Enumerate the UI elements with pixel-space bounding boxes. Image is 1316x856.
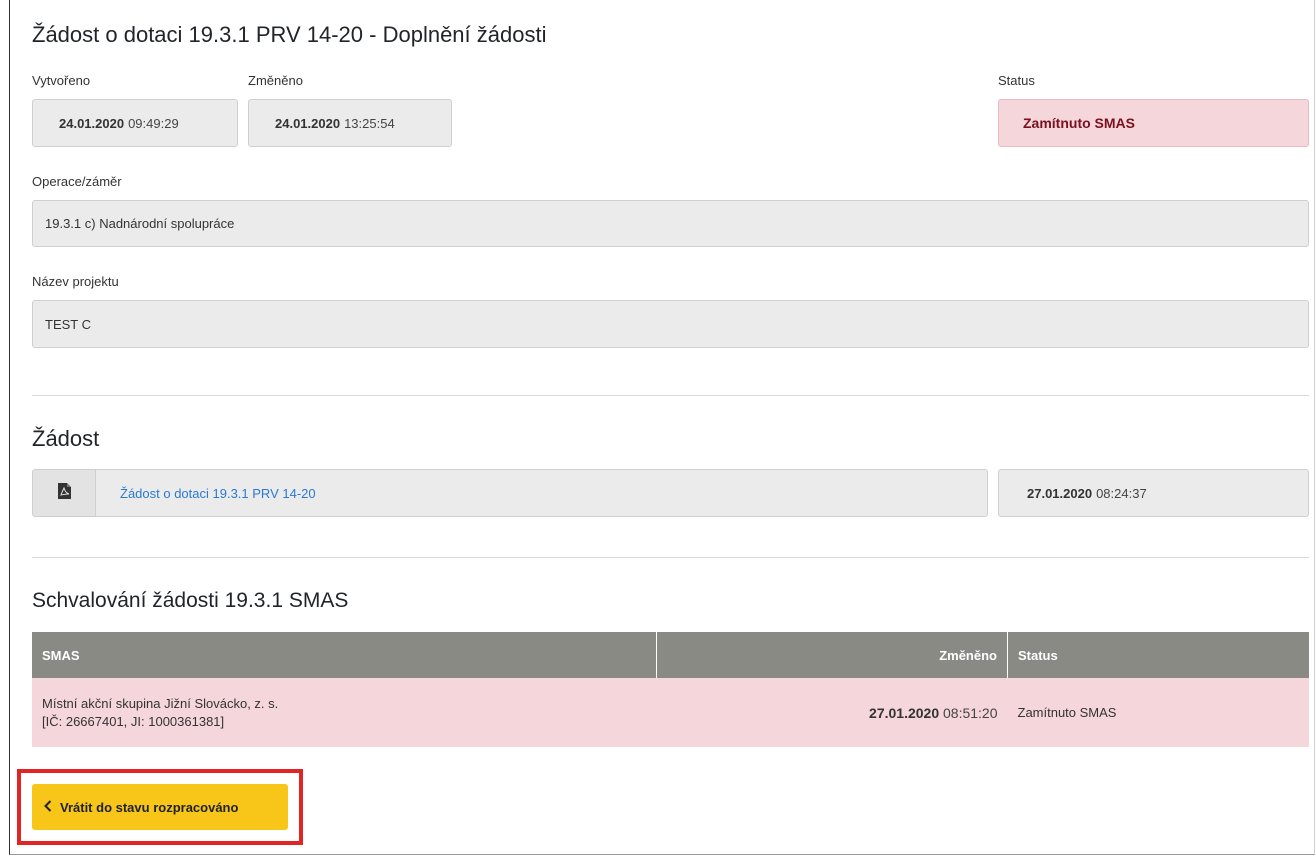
operation-field: 19.3.1 c) Nadnárodní spolupráce [32,200,1309,247]
table-row: Místní akční skupina Jižní Slovácko, z. … [32,678,1309,747]
smas-cell: Místní akční skupina Jižní Slovácko, z. … [32,678,657,747]
page-title: Žádost o dotaci 19.3.1 PRV 14-20 - Dopln… [32,22,547,47]
changed-label: Změněno [248,73,303,88]
divider [32,557,1309,558]
application-section-title: Žádost [32,426,100,451]
smas-ids: [IČ: 26667401, JI: 1000361381] [42,714,225,729]
smas-name: Místní akční skupina Jižní Slovácko, z. … [42,696,279,711]
column-header-status: Status [1007,632,1309,678]
changed-time: 13:25:54 [344,115,395,131]
divider [32,395,1309,396]
application-date: 27.01.2020 [1027,485,1093,501]
column-header-changed: Změněno [656,632,1008,678]
table-header-row: SMAS Změněno Status [32,632,1309,678]
row-changed-time: 08:51:20 [943,704,998,721]
approval-table: SMAS Změněno Status Místní akční skupina… [32,632,1309,747]
pdf-cell [32,469,96,517]
created-time: 09:49:29 [128,115,179,131]
application-timestamp: 27.01.2020 08:24:37 [998,469,1309,517]
changed-cell: 27.01.2020 08:51:20 [656,678,1008,747]
project-name-label: Název projektu [32,274,119,289]
pdf-file-icon [57,482,71,504]
application-document-row: Žádost o dotaci 19.3.1 PRV 14-20 [95,469,988,517]
column-header-smas: SMAS [32,632,657,678]
status-label: Status [998,73,1035,88]
return-button-label: Vrátit do stavu rozpracováno [60,799,239,815]
created-date: 24.01.2020 [59,115,125,131]
project-name-field: TEST C [32,300,1309,348]
status-badge: Zamítnuto SMAS [998,99,1309,147]
status-cell: Zamítnuto SMAS [1007,678,1309,747]
application-document-link[interactable]: Žádost o dotaci 19.3.1 PRV 14-20 [120,486,316,501]
chevron-left-icon [44,799,52,816]
created-timestamp: 24.01.2020 09:49:29 [32,99,238,147]
operation-label: Operace/záměr [32,174,122,189]
row-changed-date: 27.01.2020 [869,704,940,721]
changed-timestamp: 24.01.2020 13:25:54 [248,99,452,147]
application-time: 08:24:37 [1096,485,1147,501]
return-to-draft-button[interactable]: Vrátit do stavu rozpracováno [32,784,288,830]
created-label: Vytvořeno [32,73,91,88]
approval-section-title: Schvalování žádosti 19.3.1 SMAS [32,589,349,612]
changed-date: 24.01.2020 [275,115,341,131]
